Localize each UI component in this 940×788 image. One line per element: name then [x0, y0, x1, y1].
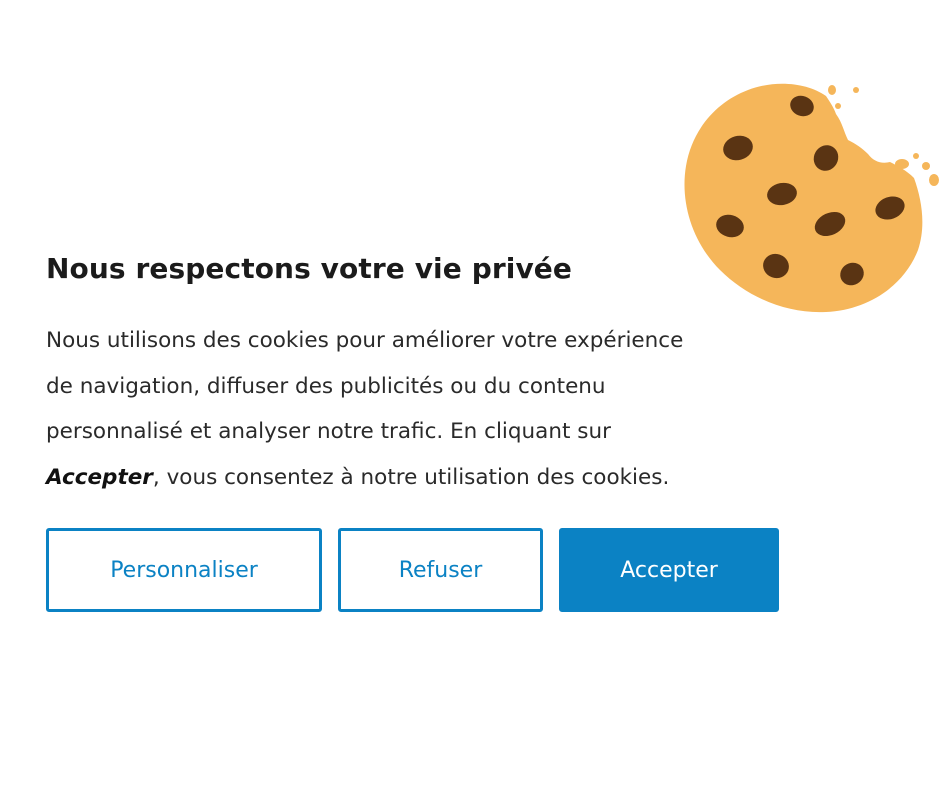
cookie-crumb [828, 85, 836, 95]
cookie-crumb [929, 174, 939, 186]
description-line: de navigation, diffuser des publicités o… [46, 373, 606, 399]
accepter-button[interactable]: Accepter [559, 528, 779, 612]
cookie-crumb [913, 153, 919, 159]
accept-emphasis: Accepter [46, 464, 153, 490]
dialog-description: Nous utilisons des cookies pour améliore… [46, 318, 786, 500]
cookie-crumb [835, 103, 841, 109]
description-line: personnalisé et analyser notre trafic. E… [46, 419, 611, 444]
description-line: Nous utilisons des cookies pour améliore… [46, 328, 684, 353]
cookie-crumb [853, 87, 859, 93]
cookie-crumb [922, 162, 930, 170]
cookie-consent-dialog: Nous respectons votre vie privée Nous ut… [0, 0, 940, 788]
refuser-button[interactable]: Refuser [338, 528, 543, 612]
dialog-title: Nous respectons votre vie privée [46, 252, 572, 285]
description-line-rest: , vous consentez à notre utilisation des… [152, 464, 670, 490]
cookie-icon [684, 83, 939, 313]
cookie-crumb [895, 159, 909, 169]
description-line: Accepter, vous consentez à notre utilisa… [46, 455, 786, 501]
personnaliser-button[interactable]: Personnaliser [46, 528, 322, 612]
